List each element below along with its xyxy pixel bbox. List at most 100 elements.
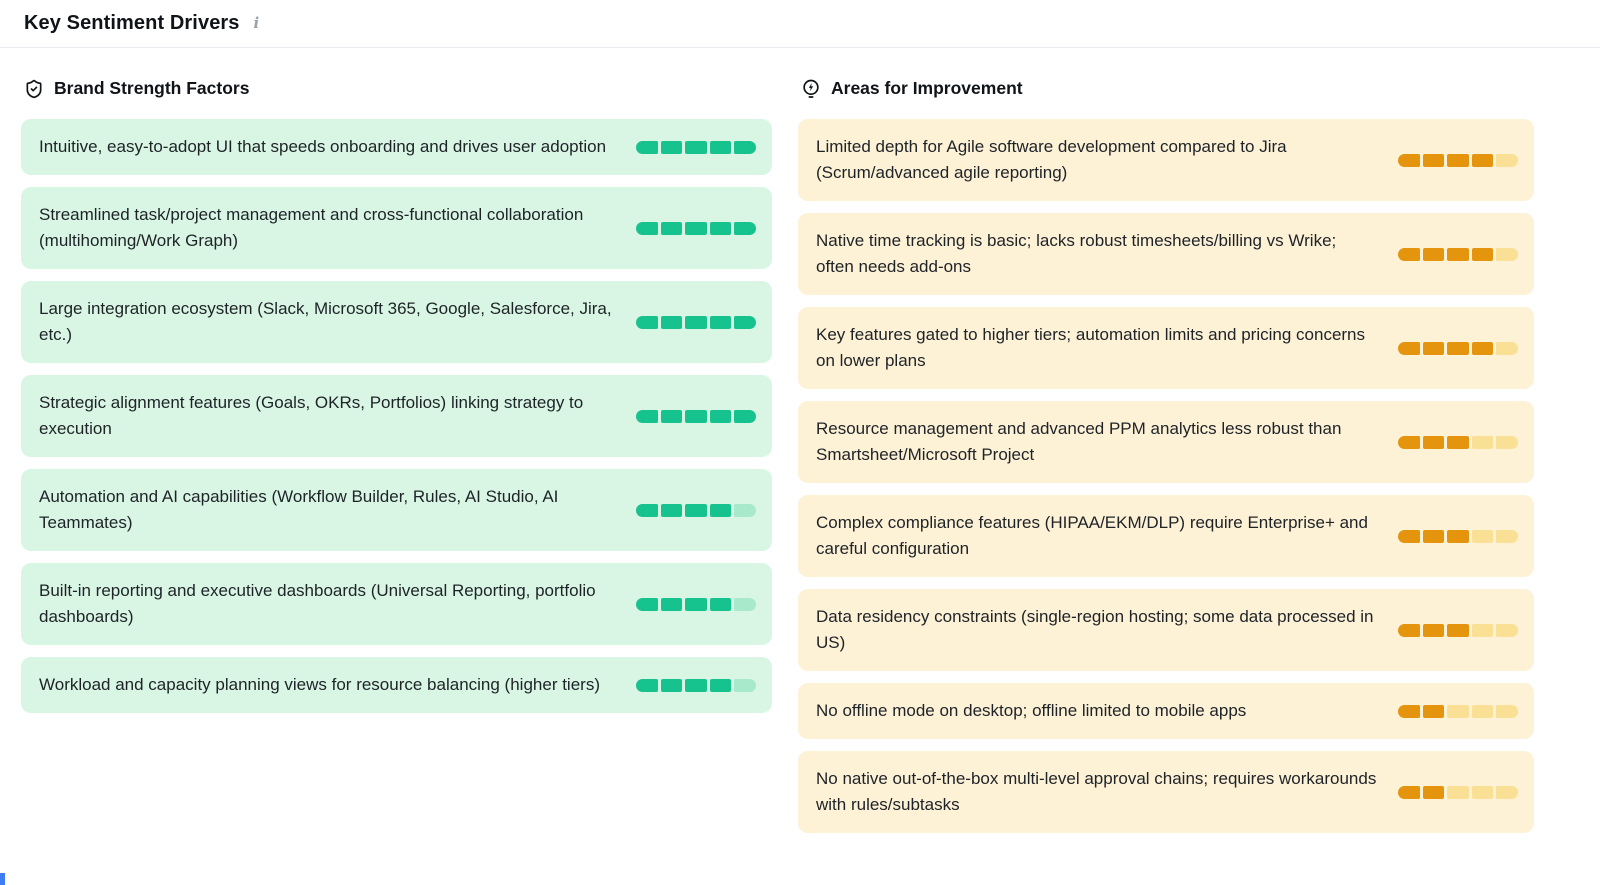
sentiment-card: No native out-of-the-box multi-level app… (798, 751, 1534, 833)
sentiment-card: Limited depth for Agile software develop… (798, 119, 1534, 201)
panel-header: Key Sentiment Drivers i (0, 0, 1600, 48)
strength-bar-segment (1447, 624, 1469, 637)
improvement-header: Areas for Improvement (801, 78, 1534, 99)
strength-bar-segment (636, 679, 658, 692)
strength-bar-segment (1447, 248, 1469, 261)
page-title: Key Sentiment Drivers (24, 12, 240, 35)
sentiment-card: Large integration ecosystem (Slack, Micr… (21, 281, 772, 363)
strength-bar-segment (710, 598, 732, 611)
strength-bar-segment (1472, 436, 1494, 449)
sentiment-card: Streamlined task/project management and … (21, 187, 772, 269)
strength-bar-segment (734, 316, 756, 329)
strength-bar-segment (636, 141, 658, 154)
strength-bar-segment (710, 504, 732, 517)
strength-bar-segment (1447, 342, 1469, 355)
strength-bar-segment (1398, 624, 1420, 637)
strength-bar-segment (685, 504, 707, 517)
strength-bar-segment (661, 141, 683, 154)
strength-bar (1398, 624, 1518, 637)
card-text: No offline mode on desktop; offline limi… (816, 698, 1378, 724)
sentiment-card: No offline mode on desktop; offline limi… (798, 683, 1534, 739)
card-text: No native out-of-the-box multi-level app… (816, 766, 1378, 818)
strength-bar-segment (1496, 530, 1518, 543)
sentiment-card: Strategic alignment features (Goals, OKR… (21, 375, 772, 457)
strength-bar (1398, 248, 1518, 261)
sentiment-card: Resource management and advanced PPM ana… (798, 401, 1534, 483)
strength-bar-segment (636, 410, 658, 423)
strength-bar (1398, 342, 1518, 355)
brand-strength-card-list: Intuitive, easy-to-adopt UI that speeds … (21, 119, 772, 713)
card-text: Native time tracking is basic; lacks rob… (816, 228, 1378, 280)
improvement-title: Areas for Improvement (831, 78, 1023, 99)
strength-bar (636, 316, 756, 329)
strength-bar-segment (1472, 705, 1494, 718)
card-text: Data residency constraints (single-regio… (816, 604, 1378, 656)
strength-bar-segment (1472, 248, 1494, 261)
sentiment-card: Complex compliance features (HIPAA/EKM/D… (798, 495, 1534, 577)
strength-bar-segment (734, 598, 756, 611)
card-text: Resource management and advanced PPM ana… (816, 416, 1378, 468)
strength-bar-segment (1447, 786, 1469, 799)
strength-bar-segment (661, 410, 683, 423)
strength-bar-segment (1447, 705, 1469, 718)
strength-bar-segment (661, 598, 683, 611)
strength-bar-segment (710, 316, 732, 329)
strength-bar-segment (1472, 154, 1494, 167)
sentiment-card: Key features gated to higher tiers; auto… (798, 307, 1534, 389)
strength-bar-segment (1423, 154, 1445, 167)
strength-bar-segment (1423, 436, 1445, 449)
strength-bar-segment (1496, 705, 1518, 718)
strength-bar (1398, 705, 1518, 718)
strength-bar (1398, 436, 1518, 449)
card-text: Streamlined task/project management and … (39, 202, 616, 254)
strength-bar-segment (1447, 530, 1469, 543)
card-text: Built-in reporting and executive dashboa… (39, 578, 616, 630)
strength-bar-segment (710, 410, 732, 423)
strength-bar-segment (1496, 624, 1518, 637)
strength-bar (636, 679, 756, 692)
strength-bar-segment (661, 222, 683, 235)
strength-bar-segment (1398, 248, 1420, 261)
strength-bar-segment (636, 598, 658, 611)
card-text: Limited depth for Agile software develop… (816, 134, 1378, 186)
strength-bar (1398, 786, 1518, 799)
brand-strength-title: Brand Strength Factors (54, 78, 249, 99)
strength-bar-segment (734, 679, 756, 692)
blue-corner-artifact (0, 873, 5, 885)
strength-bar-segment (1423, 530, 1445, 543)
strength-bar-segment (1423, 786, 1445, 799)
strength-bar-segment (636, 316, 658, 329)
strength-bar-segment (636, 222, 658, 235)
strength-bar-segment (1447, 154, 1469, 167)
strength-bar-segment (661, 504, 683, 517)
sentiment-card: Native time tracking is basic; lacks rob… (798, 213, 1534, 295)
improvement-column: Areas for Improvement Limited depth for … (798, 78, 1534, 845)
lightbulb-zap-icon (801, 79, 821, 99)
brand-strength-column: Brand Strength Factors Intuitive, easy-t… (21, 78, 772, 845)
strength-bar-segment (1472, 530, 1494, 543)
card-text: Large integration ecosystem (Slack, Micr… (39, 296, 616, 348)
card-text: Automation and AI capabilities (Workflow… (39, 484, 616, 536)
strength-bar-segment (661, 316, 683, 329)
sentiment-card: Workload and capacity planning views for… (21, 657, 772, 713)
strength-bar-segment (1496, 342, 1518, 355)
card-text: Workload and capacity planning views for… (39, 672, 616, 698)
strength-bar-segment (636, 504, 658, 517)
info-icon[interactable]: i (254, 14, 260, 32)
strength-bar-segment (1423, 624, 1445, 637)
strength-bar-segment (1423, 248, 1445, 261)
strength-bar-segment (1496, 154, 1518, 167)
strength-bar-segment (1472, 342, 1494, 355)
strength-bar-segment (710, 141, 732, 154)
strength-bar-segment (1423, 342, 1445, 355)
card-text: Strategic alignment features (Goals, OKR… (39, 390, 616, 442)
strength-bar-segment (1447, 436, 1469, 449)
strength-bar (636, 504, 756, 517)
strength-bar-segment (1398, 530, 1420, 543)
sentiment-card: Built-in reporting and executive dashboa… (21, 563, 772, 645)
strength-bar-segment (1496, 436, 1518, 449)
strength-bar (1398, 154, 1518, 167)
strength-bar-segment (734, 504, 756, 517)
strength-bar-segment (1472, 624, 1494, 637)
strength-bar-segment (661, 679, 683, 692)
